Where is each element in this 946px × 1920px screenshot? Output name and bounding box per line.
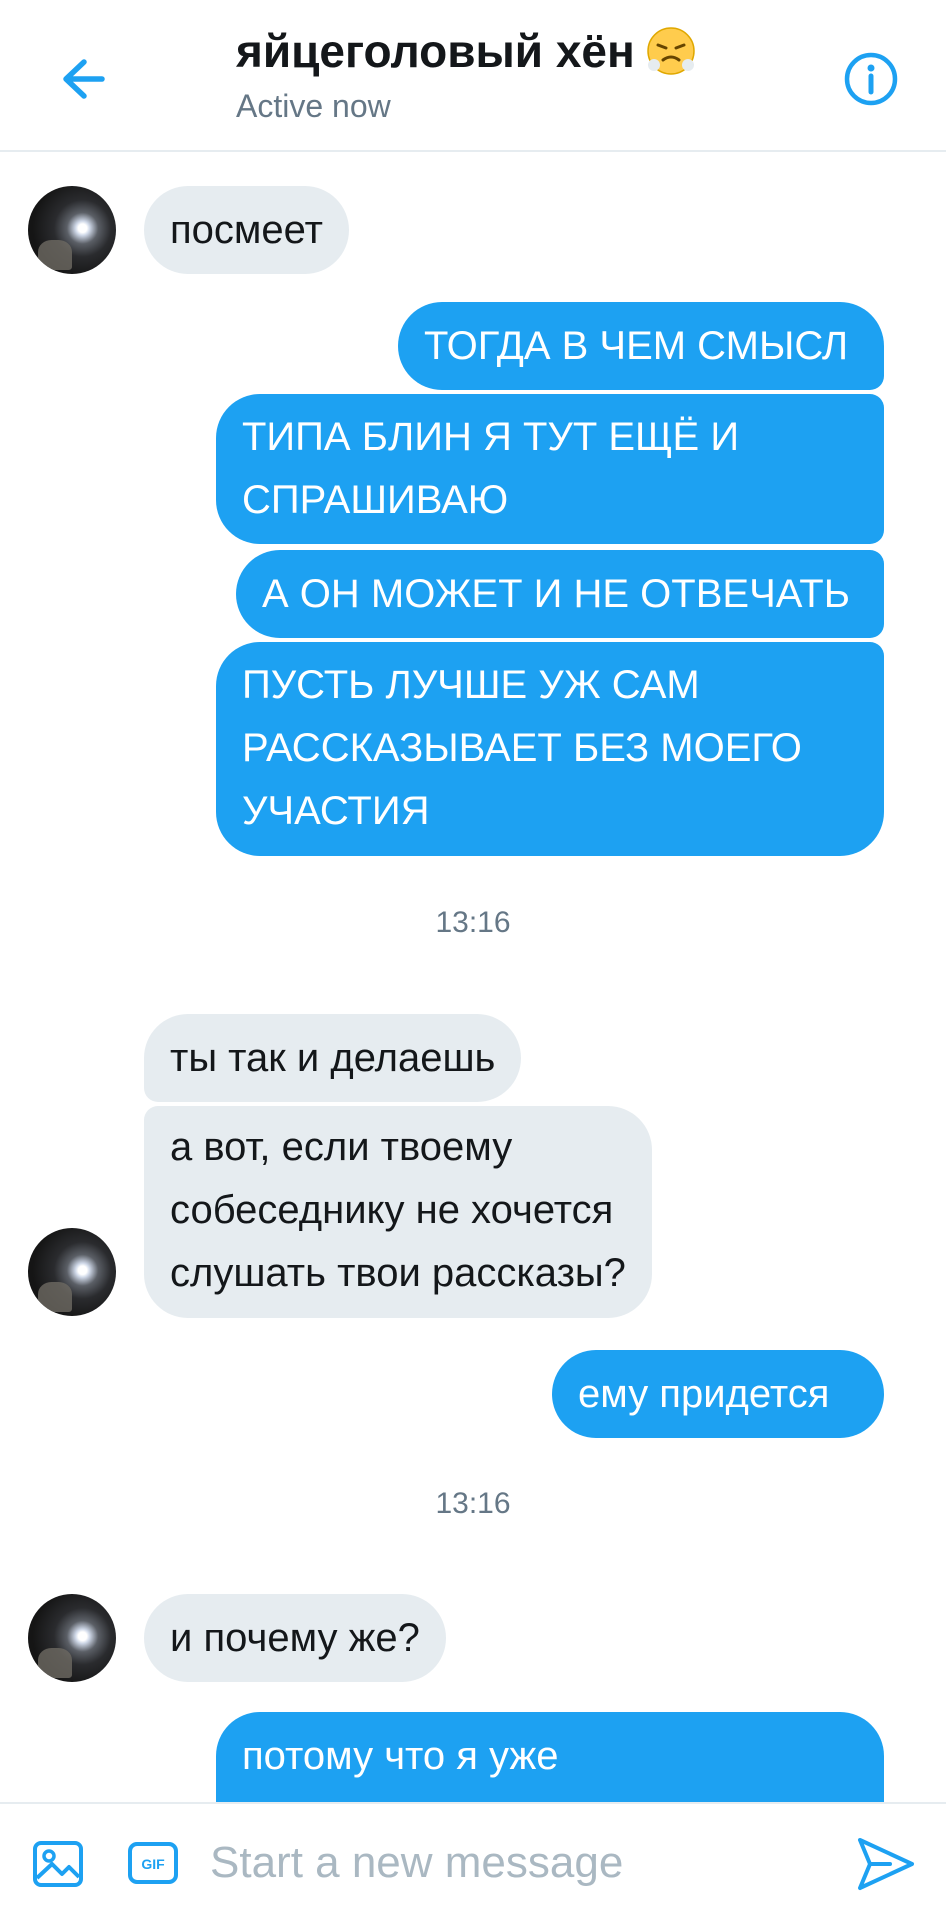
timestamp: 13:16 <box>435 1487 511 1520</box>
outgoing-message[interactable]: ТИПА БЛИН Я ТУТ ЕЩЁ И СПРАШИВАЮ <box>216 394 884 544</box>
outgoing-message[interactable]: ТОГДА В ЧЕМ СМЫСЛ <box>398 302 884 390</box>
incoming-message[interactable]: посмеет <box>144 186 349 274</box>
avatar[interactable] <box>28 1594 116 1682</box>
image-icon <box>33 1841 83 1887</box>
message-input[interactable] <box>210 1828 830 1898</box>
send-button[interactable] <box>856 1836 916 1897</box>
avatar[interactable] <box>28 1228 116 1316</box>
incoming-message[interactable]: а вот, если твоему собеседнику не хочетс… <box>144 1106 652 1318</box>
gif-label: GIF <box>141 1856 165 1872</box>
conversation-title: яйцеголовый хён <box>236 24 697 78</box>
outgoing-message[interactable]: потому что я уже <box>216 1712 884 1802</box>
presence-status: Active now <box>236 88 391 124</box>
message-list[interactable]: посмеет ТОГДА В ЧЕМ СМЫСЛ ТИПА БЛИН Я ТУ… <box>0 154 946 1802</box>
back-button[interactable] <box>50 44 120 114</box>
outgoing-message[interactable]: ему придется <box>552 1350 884 1438</box>
add-photo-button[interactable] <box>32 1838 84 1895</box>
avatar[interactable] <box>28 186 116 274</box>
incoming-message[interactable]: и почему же? <box>144 1594 446 1682</box>
face-with-steam-icon <box>647 27 695 75</box>
conversation-info[interactable]: яйцеголовый хён Active now <box>236 24 697 125</box>
info-icon <box>844 52 898 106</box>
send-icon <box>858 1838 914 1890</box>
message-composer: GIF <box>0 1802 946 1920</box>
back-arrow-icon <box>63 59 105 99</box>
timestamp: 13:16 <box>435 906 511 939</box>
outgoing-message[interactable]: ПУСТЬ ЛУЧШЕ УЖ САМ РАССКАЗЫВАЕТ БЕЗ МОЕГ… <box>216 642 884 856</box>
info-button[interactable] <box>842 50 900 108</box>
contact-name: яйцеголовый хён <box>236 25 635 77</box>
incoming-message[interactable]: ты так и делаешь <box>144 1014 522 1102</box>
chat-header: яйцеголовый хён Active now <box>0 0 946 152</box>
outgoing-message[interactable]: А ОН МОЖЕТ И НЕ ОТВЕЧАТЬ <box>236 550 884 638</box>
gif-icon: GIF <box>128 1842 178 1884</box>
add-gif-button[interactable]: GIF <box>128 1842 178 1889</box>
